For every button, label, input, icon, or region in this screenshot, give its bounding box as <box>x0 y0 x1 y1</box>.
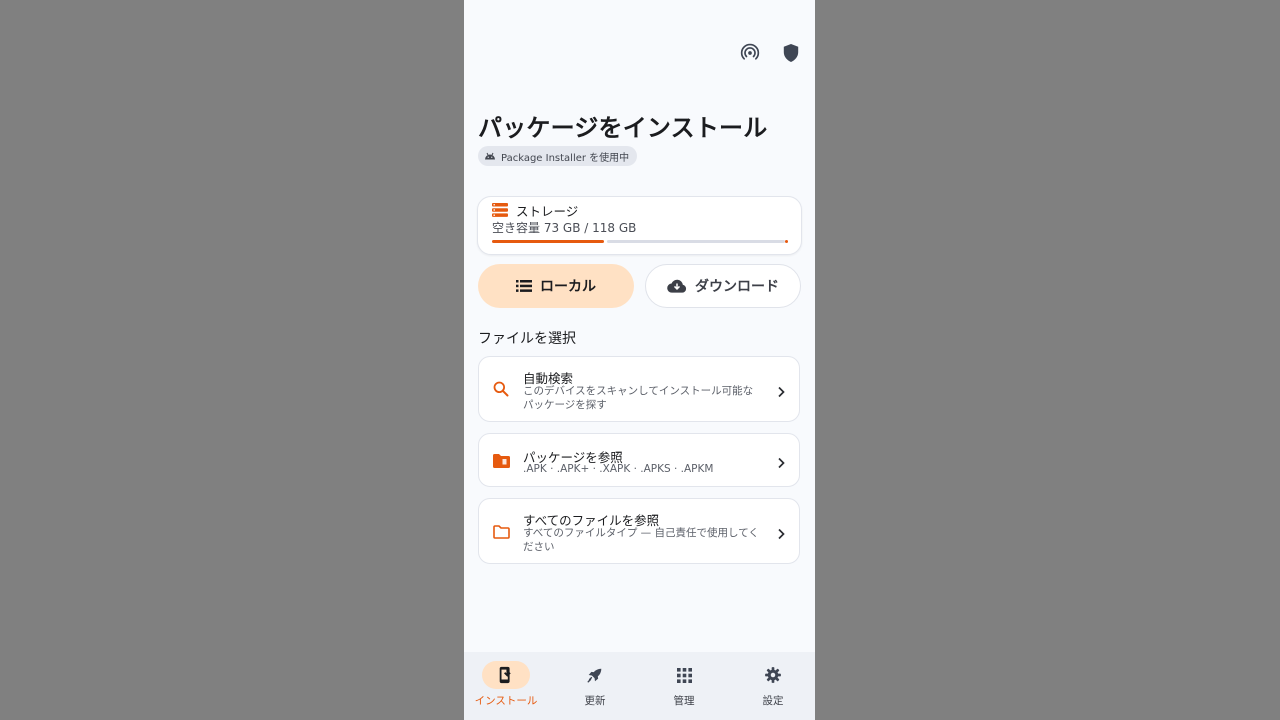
browse-all-files-option[interactable]: すべてのファイルを参照 すべてのファイルタイプ — 自己責任で使用してください <box>478 498 800 564</box>
storage-card: ストレージ 空き容量 73 GB / 118 GB <box>477 196 802 255</box>
section-title: ファイルを選択 <box>478 331 576 347</box>
storage-usage: 空き容量 73 GB / 118 GB <box>492 221 637 235</box>
list-icon <box>516 280 532 292</box>
android-icon <box>485 152 495 160</box>
folder-icon <box>493 524 510 543</box>
storage-title: ストレージ <box>516 204 579 219</box>
nav-item-settings[interactable]: 設定 <box>733 652 815 720</box>
gear-icon <box>749 661 797 689</box>
chip-label: Package Installer を使用中 <box>501 152 630 164</box>
nav-label: インストール <box>474 695 538 707</box>
option-description: すべてのファイルタイプ — 自己責任で使用してください <box>523 527 759 553</box>
storage-used-bar <box>492 240 604 243</box>
search-icon <box>493 381 509 401</box>
rocket-icon <box>571 661 619 689</box>
storage-bar-end <box>785 240 788 243</box>
chevron-right-icon <box>777 525 785 544</box>
download-tab-label: ダウンロード <box>695 279 779 295</box>
nav-item-manage[interactable]: 管理 <box>644 652 732 720</box>
local-tab-button[interactable]: ローカル <box>478 264 634 308</box>
broadcast-icon[interactable] <box>739 42 761 64</box>
download-tab-button[interactable]: ダウンロード <box>645 264 801 308</box>
nav-label: 更新 <box>584 695 606 707</box>
option-description: .APK · .APK+ · .XAPK · .APKS · .APKM <box>523 463 714 475</box>
nav-item-install[interactable]: インストール <box>466 652 554 720</box>
shield-icon[interactable] <box>780 42 802 64</box>
nav-label: 設定 <box>762 695 784 707</box>
auto-search-option[interactable]: 自動検索 このデバイスをスキャンしてインストール可能なパッケージを探す <box>478 356 800 422</box>
app-screen: パッケージをインストール Package Installer を使用中 ストレー… <box>464 0 815 720</box>
local-tab-label: ローカル <box>540 279 596 295</box>
grid-icon <box>660 661 708 689</box>
page-title: パッケージをインストール <box>478 114 768 142</box>
option-description: このデバイスをスキャンしてインストール可能なパッケージを探す <box>523 385 754 411</box>
nav-item-updates[interactable]: 更新 <box>555 652 643 720</box>
installer-chip: Package Installer を使用中 <box>478 146 638 166</box>
install-icon <box>482 661 530 689</box>
cloud-download-icon <box>667 279 687 293</box>
package-folder-icon <box>493 453 510 472</box>
chevron-right-icon <box>777 454 785 473</box>
storage-free-bar <box>607 240 785 243</box>
nav-label: 管理 <box>673 695 695 707</box>
bottom-navigation: インストール 更新 管理 設定 <box>464 652 815 720</box>
browse-packages-option[interactable]: パッケージを参照 .APK · .APK+ · .XAPK · .APKS · … <box>478 433 800 487</box>
chevron-right-icon <box>777 383 785 402</box>
